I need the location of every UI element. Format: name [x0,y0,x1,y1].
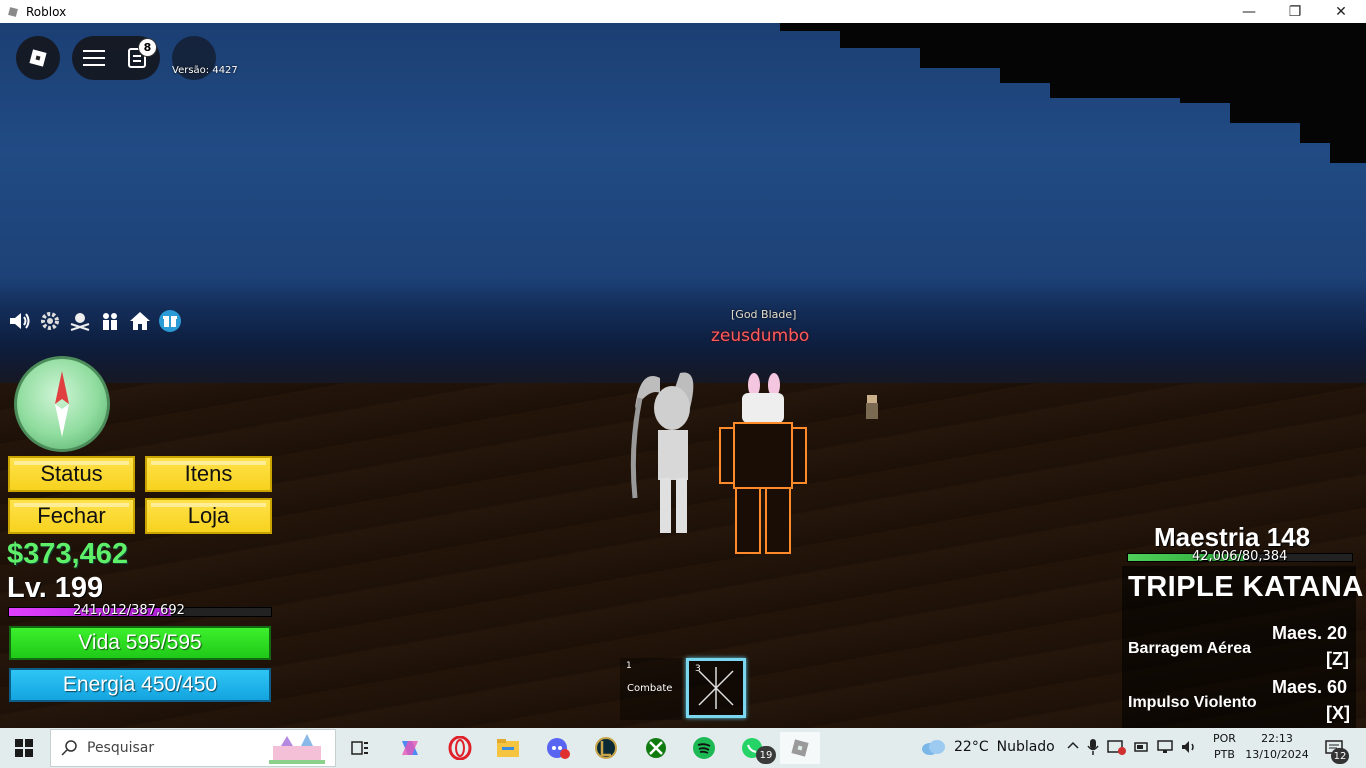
screen-capture-icon[interactable] [1106,738,1126,760]
taskbar-clock[interactable]: 22:13 13/10/2024 [1244,731,1310,763]
hotbar-slot-label: Combate [627,683,673,694]
search-icon [61,740,77,756]
shop-button[interactable]: Loja [145,498,272,534]
player-character [719,373,807,554]
clock-time: 22:13 [1261,732,1293,745]
companion-character [630,372,694,533]
notification-count: 12 [1331,748,1349,764]
weather-description: Nublado [996,739,1055,755]
speaker-icon[interactable] [8,309,32,333]
hotbar-slot-combat[interactable]: 1 Combate [620,658,682,720]
version-label: Versão: 4427 [172,65,238,76]
hotbar-slot-number: 3 [695,664,701,674]
discord-icon [547,738,570,759]
weather-widget[interactable]: 22°C Nublado [920,738,1055,756]
league-of-legends-icon [595,737,617,759]
weather-temperature: 22°C [954,739,989,755]
cloud-icon [922,740,945,755]
skill-key-x: [X] [1326,703,1350,723]
close-button[interactable]: ✕ [1318,0,1364,23]
system-tray [1066,738,1198,760]
gift-icon[interactable] [158,309,182,333]
windows-logo-icon [15,739,33,757]
gear-icon[interactable] [38,309,62,333]
keyboard-layout: PTB [1214,748,1235,761]
screen: Roblox — ❐ ✕ [God Blade] zeusdumbo 8 Ver… [0,0,1366,768]
chat-badge: 8 [138,38,157,57]
input-language[interactable]: POR PTB [1213,731,1236,763]
league-of-legends-app[interactable] [586,732,626,764]
skill-name-z[interactable]: Barragem Aérea [1128,640,1251,658]
crew-icon[interactable] [98,309,122,333]
search-placeholder: Pesquisar [87,740,155,756]
items-button[interactable]: Itens [145,456,272,492]
mastery-text: 42,006/80,384 [1192,549,1288,564]
file-explorer-app[interactable] [488,732,528,764]
taskbar-search[interactable]: Pesquisar [50,729,336,767]
skill-name-x[interactable]: Impulso Violento [1128,694,1257,712]
close-menu-button[interactable]: Fechar [8,498,135,534]
language-code: POR [1213,732,1236,745]
health-bar: Vida 595/595 [9,626,271,660]
status-button[interactable]: Status [8,456,135,492]
microphone-icon[interactable] [1086,738,1100,760]
folder-icon [497,739,519,757]
minimize-button[interactable]: — [1226,0,1272,23]
skill-mastery-z: Maes. 20 [1272,623,1348,643]
battery-plug-icon[interactable] [1132,738,1150,760]
window-title: Roblox [26,4,67,19]
window-titlebar: Roblox — ❐ ✕ [0,0,1366,23]
roblox-taskbar-icon [791,739,809,757]
xbox-icon [646,738,666,758]
copilot-app[interactable] [390,732,430,764]
roblox-app-icon [6,5,20,19]
player-name: zeusdumbo [711,326,810,346]
home-icon[interactable] [128,309,152,333]
maximize-button[interactable]: ❐ [1272,0,1318,23]
discord-app[interactable] [538,732,578,764]
xbox-app[interactable] [636,732,676,764]
spotify-icon [693,737,715,759]
chevron-up-icon[interactable] [1066,738,1080,760]
level-label: Lv. 199 [7,572,104,604]
task-view-icon [351,741,368,755]
hotbar-slot-katana-selected[interactable]: 3 [686,658,746,718]
player-title-tag: [God Blade] [731,308,797,321]
copilot-icon [402,741,418,755]
roblox-logo-icon [29,49,47,67]
start-button[interactable] [0,728,48,768]
skill-key-z: [Z] [1326,649,1349,669]
spotify-app[interactable] [684,732,724,764]
compass [14,356,110,452]
hamburger-menu-button[interactable] [82,46,106,70]
skill-mastery-x: Maes. 60 [1272,677,1348,697]
network-icon[interactable] [1156,738,1174,760]
hotbar-slot-number: 1 [626,661,632,671]
opera-icon [448,736,472,760]
task-view-button[interactable] [340,732,380,764]
jolly-roger-icon[interactable] [68,309,92,333]
money-label: $373,462 [7,538,128,570]
energy-bar: Energia 450/450 [9,668,271,702]
distant-npc [866,395,878,419]
game-icon-row [8,309,182,333]
weapon-name: TRIPLE KATANA [1128,571,1364,603]
hamburger-icon [83,50,105,66]
xp-text: 241,012/387,692 [73,603,185,618]
roblox-app-active[interactable] [780,732,820,764]
volume-icon[interactable] [1180,738,1198,760]
opera-app[interactable] [440,732,480,764]
search-highlight-castle-icon [269,734,325,764]
compass-needle-icon [55,371,69,437]
clock-date: 13/10/2024 [1245,748,1309,761]
roblox-menu-button[interactable] [16,36,60,80]
whatsapp-badge: 19 [756,746,776,764]
